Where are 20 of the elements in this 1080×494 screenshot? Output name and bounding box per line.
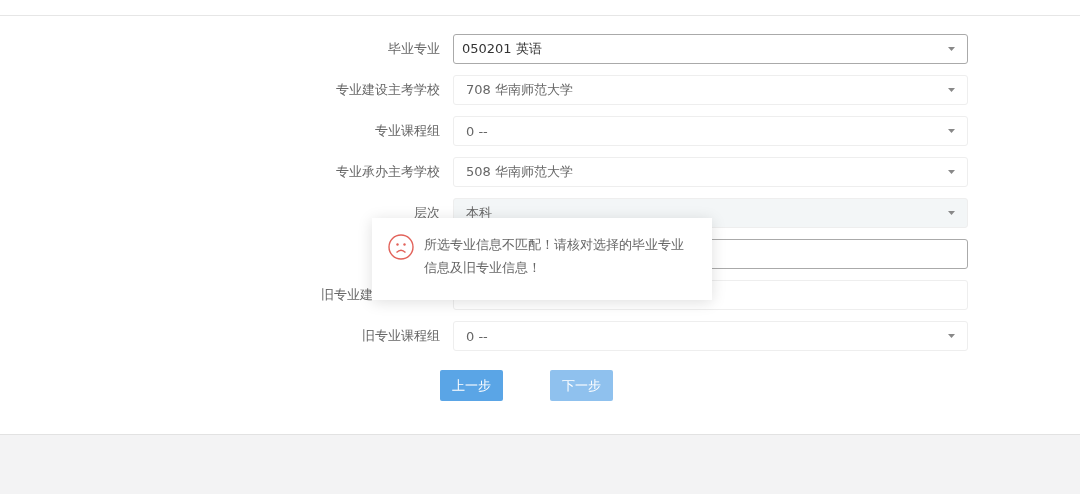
field-label: 专业建设主考学校 <box>336 81 440 99</box>
caret-icon <box>948 211 955 215</box>
caret-icon <box>948 170 955 174</box>
caret-icon <box>948 47 955 51</box>
select-field[interactable]: 0 -- <box>453 321 968 351</box>
field-label: 毕业专业 <box>388 40 440 58</box>
select-field[interactable]: 508 华南师范大学 <box>453 157 968 187</box>
field-label: 旧专业课程组 <box>362 327 440 345</box>
field-label: 专业课程组 <box>375 122 440 140</box>
field-label: 专业承办主考学校 <box>336 163 440 181</box>
toast-text: 所选专业信息不匹配！请核对选择的毕业专业信息及旧专业信息！ <box>424 236 685 277</box>
select-field[interactable]: 0 -- <box>453 116 968 146</box>
sad-face-icon <box>388 234 414 260</box>
select-field[interactable]: 708 华南师范大学 <box>453 75 968 105</box>
caret-icon <box>948 334 955 338</box>
caret-icon <box>948 129 955 133</box>
field-label: 旧专业建 <box>321 286 373 304</box>
select-field[interactable]: 050201 英语 <box>453 34 968 64</box>
field-label: 层次 <box>414 204 440 222</box>
caret-icon <box>948 88 955 92</box>
